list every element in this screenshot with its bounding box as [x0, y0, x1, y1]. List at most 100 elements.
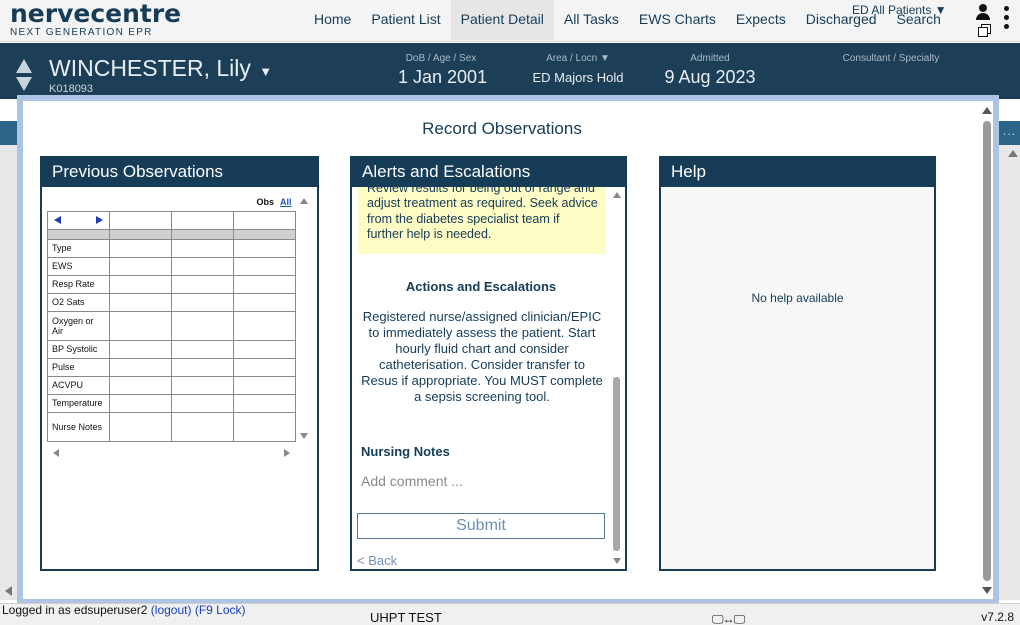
table-row: Temperature — [47, 393, 296, 413]
obs-cell — [109, 210, 172, 230]
obs-gray-cell — [171, 228, 234, 240]
alert-box: Review results for being out of range an… — [358, 187, 606, 254]
background-more-icon[interactable]: ... — [1003, 124, 1016, 138]
obs-label: Obs — [256, 196, 274, 207]
table-row: Resp Rate — [47, 274, 296, 294]
background-scroll-up-icon[interactable] — [1008, 150, 1018, 157]
nav-expects[interactable]: Expects — [726, 0, 796, 40]
background-scroll-left-icon[interactable] — [5, 586, 12, 596]
patient-banner: WINCHESTER, Lily ▼ K018093 DoB / Age / S… — [0, 43, 1020, 99]
dob-label: DoB / Age / Sex — [405, 53, 477, 64]
all-obs-link[interactable]: All — [280, 197, 292, 207]
dialog-scrollbar[interactable] — [981, 105, 993, 595]
table-row: Nurse Notes — [47, 411, 296, 442]
obs-gray-cell — [47, 228, 110, 240]
area-field: Area / Locn ▼ ED Majors Hold — [530, 53, 626, 85]
observations-grid: Obs All Type EWS Resp Rate O2 Sats Oxyge… — [47, 193, 297, 455]
comment-input[interactable] — [357, 469, 605, 493]
nervecentre-logo[interactable]: nervecentre NEXT GENERATION EPR — [10, 0, 182, 39]
row-label-pulse: Pulse — [47, 357, 110, 377]
help-panel: Help No help available — [659, 156, 936, 571]
dob-value: 1 Jan 2001 — [398, 67, 488, 87]
top-navigation-bar: nervecentre NEXT GENERATION EPR Home Pat… — [0, 0, 1020, 42]
table-row: BP Systolic — [47, 339, 296, 359]
row-label-nurse-notes: Nurse Notes — [47, 411, 110, 442]
dialog-title: Record Observations — [422, 119, 582, 138]
admitted-field: Admitted 9 Aug 2023 — [662, 53, 758, 88]
obs-header: Obs All — [47, 193, 296, 212]
next-patient-icon[interactable] — [16, 77, 32, 91]
top-icons — [974, 2, 1018, 40]
nav-home[interactable]: Home — [304, 0, 361, 40]
logged-in-text: Logged in as edsuperuser2 — [2, 603, 148, 617]
consultant-field: Consultant / Specialty — [836, 53, 946, 64]
nav-patient-list[interactable]: Patient List — [361, 0, 450, 40]
help-body: No help available — [661, 187, 934, 569]
help-title: Help — [661, 158, 934, 187]
logo-tagline: NEXT GENERATION EPR — [10, 27, 153, 38]
more-menu-icon[interactable] — [1004, 6, 1010, 32]
nav-all-tasks[interactable]: All Tasks — [554, 0, 629, 40]
obs-gray-cell — [109, 228, 172, 240]
area-label[interactable]: Area / Locn ▼ — [530, 53, 626, 64]
submit-button[interactable]: Submit — [357, 513, 605, 539]
dialog-scroll-down-icon[interactable] — [982, 587, 992, 594]
table-row: ACVPU — [47, 375, 296, 395]
patient-id: K018093 — [49, 83, 94, 95]
table-row: Oxygen or Air — [47, 310, 296, 341]
table-row: Type — [47, 238, 296, 258]
alerts-scroll-area[interactable]: Review results for being out of range an… — [352, 187, 625, 569]
obs-scroll-right-icon[interactable] — [284, 449, 290, 457]
screen-switch-icon[interactable]: 🖵↔🖵 — [712, 612, 745, 625]
row-label-type: Type — [47, 238, 110, 258]
patient-name[interactable]: WINCHESTER, Lily ▼ — [49, 55, 272, 82]
previous-patient-icon[interactable] — [16, 59, 32, 73]
alerts-title: Alerts and Escalations — [352, 158, 625, 187]
alerts-escalations-panel: Alerts and Escalations Review results fo… — [350, 156, 627, 571]
previous-observations-title: Previous Observations — [42, 158, 317, 187]
back-link[interactable]: < Back — [357, 553, 397, 568]
area-value: ED Majors Hold — [532, 70, 624, 85]
table-row: EWS — [47, 256, 296, 276]
user-icon[interactable] — [976, 4, 990, 20]
logout-link[interactable]: (logout) — [151, 603, 192, 617]
dialog-scroll-thumb[interactable] — [983, 121, 991, 581]
nav-patient-detail[interactable]: Patient Detail — [450, 0, 554, 40]
previous-observations-panel: Previous Observations Obs All Type EWS R… — [40, 156, 319, 571]
row-label-acvpu: ACVPU — [47, 375, 110, 395]
nav-ews-charts[interactable]: EWS Charts — [629, 0, 726, 40]
row-label-oxygen-or-air: Oxygen or Air — [47, 310, 110, 341]
status-footer: Logged in as edsuperuser2 (logout) (F9 L… — [0, 603, 1020, 625]
alerts-scroll-thumb[interactable] — [613, 377, 620, 551]
patient-name-text: WINCHESTER, Lily — [49, 55, 251, 81]
dob-field: DoB / Age / Sex 1 Jan 2001 — [398, 53, 488, 88]
observations-table: Obs All Type EWS Resp Rate O2 Sats Oxyge… — [47, 193, 296, 442]
table-row: O2 Sats — [47, 292, 296, 312]
row-label-bp-systolic: BP Systolic — [47, 339, 110, 359]
obs-cell — [233, 210, 296, 230]
patient-nav-arrows — [16, 59, 32, 91]
actions-title: Actions and Escalations — [405, 279, 557, 294]
chevron-down-icon[interactable]: ▼ — [259, 64, 272, 79]
patients-filter-dropdown[interactable]: ED All Patients ▼ — [852, 3, 947, 17]
obs-gray-cell — [233, 228, 296, 240]
nursing-notes-title: Nursing Notes — [361, 444, 450, 459]
row-label-temperature: Temperature — [47, 393, 110, 413]
alerts-scroll-down-icon[interactable] — [613, 558, 621, 564]
obs-date-nav — [47, 210, 110, 230]
lock-link[interactable]: (F9 Lock) — [195, 603, 246, 617]
logo-wordmark: nervecentre — [10, 0, 182, 28]
previous-date-icon[interactable] — [54, 216, 61, 224]
alerts-scroll-up-icon[interactable] — [613, 192, 621, 198]
obs-scroll-down-icon[interactable] — [300, 433, 308, 439]
next-date-icon[interactable] — [96, 216, 103, 224]
login-status: Logged in as edsuperuser2 (logout) (F9 L… — [2, 604, 252, 617]
alerts-scrollbar[interactable] — [612, 187, 622, 569]
row-label-ews: EWS — [47, 256, 110, 276]
obs-cell — [171, 210, 234, 230]
obs-scroll-left-icon[interactable] — [53, 449, 59, 457]
windows-icon[interactable] — [978, 24, 992, 38]
consultant-label: Consultant / Specialty — [842, 53, 940, 64]
dialog-scroll-up-icon[interactable] — [982, 107, 992, 114]
obs-scroll-up-icon[interactable] — [300, 198, 308, 204]
